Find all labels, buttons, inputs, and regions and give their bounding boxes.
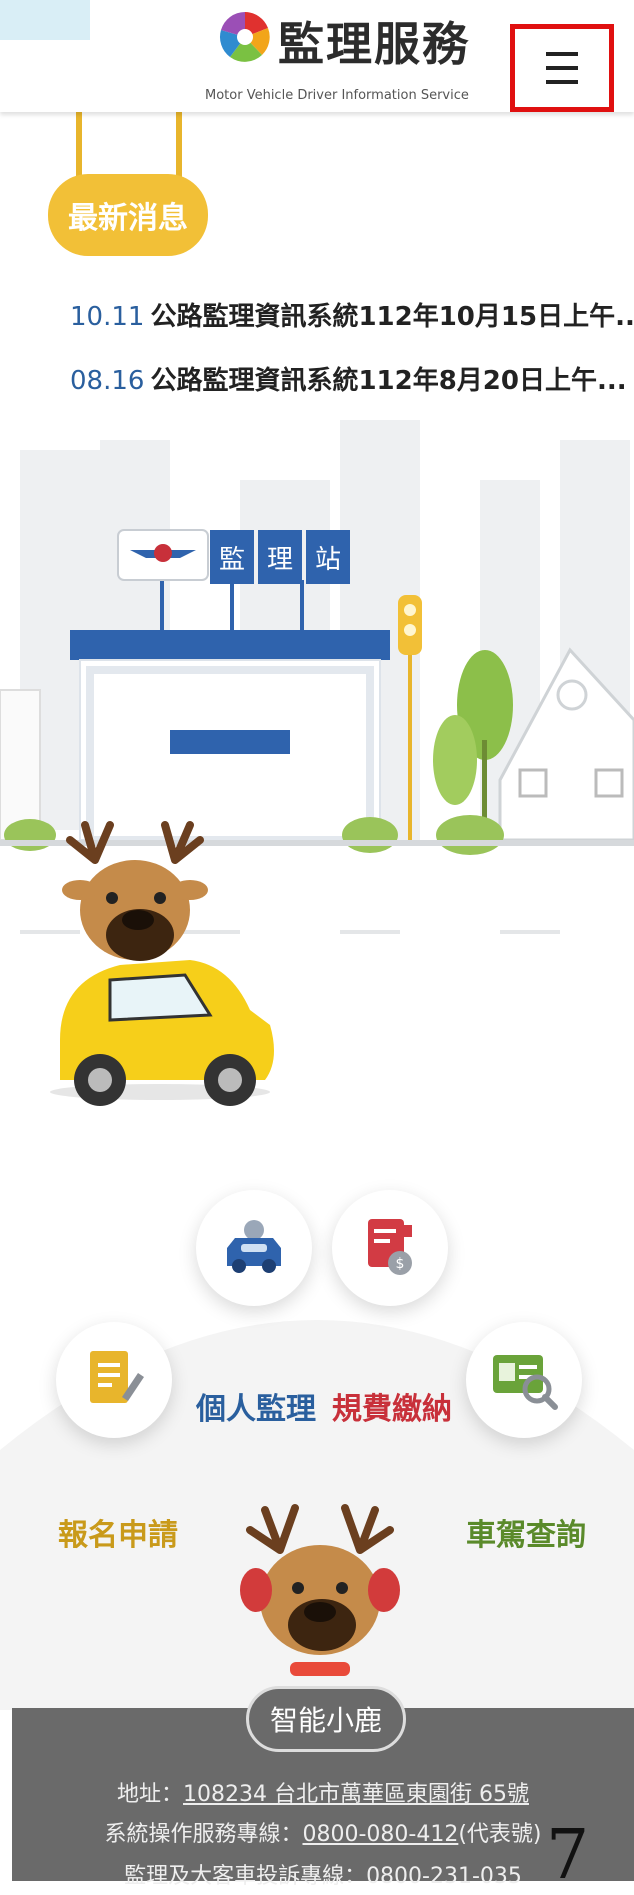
fee-payment-label[interactable]: 規費繳納 bbox=[332, 1384, 452, 1428]
svg-text:$: $ bbox=[396, 1256, 405, 1272]
app-subtitle: Motor Vehicle Driver Information Service bbox=[205, 88, 469, 103]
news-badge[interactable]: 最新消息 bbox=[48, 174, 208, 256]
bill-payment-icon: $ bbox=[368, 1219, 412, 1275]
footer-complaint-hotline: 監理及大客車投訴專線：0800-231-035 bbox=[124, 1864, 522, 1889]
hotline-label: 系統操作服務專線： bbox=[104, 1822, 303, 1847]
hamburger-line bbox=[546, 66, 578, 70]
sign-string bbox=[76, 110, 82, 180]
station-sign-char-1: 監 bbox=[219, 545, 245, 575]
address-link[interactable]: 108234 台北市萬華區東園街 65號 bbox=[183, 1782, 529, 1807]
station-sign-char-3: 站 bbox=[315, 545, 341, 575]
news-date: 08.16 bbox=[70, 366, 145, 396]
news-date: 10.11 bbox=[70, 302, 145, 332]
smart-assistant-button[interactable]: 智能小鹿 bbox=[246, 1686, 406, 1752]
station-sign-char-2: 理 bbox=[267, 545, 293, 575]
fee-payment-button[interactable]: $ bbox=[332, 1190, 448, 1306]
license-query-button[interactable] bbox=[466, 1322, 582, 1438]
app-header: 監理服務 Motor Vehicle Driver Information Se… bbox=[0, 0, 634, 112]
registration-label[interactable]: 報名申請 bbox=[58, 1510, 178, 1554]
news-title: 公路監理資訊系統112年8月20日上午... bbox=[150, 366, 627, 396]
logo-icon bbox=[219, 11, 271, 63]
news-title: 公路監理資訊系統112年10月15日上午... bbox=[150, 302, 634, 332]
registration-button[interactable] bbox=[56, 1322, 172, 1438]
hamburger-line bbox=[546, 52, 578, 56]
footer-hotline: 系統操作服務專線：0800-080-412(代表號) bbox=[12, 1816, 634, 1848]
hotline-link[interactable]: 0800-080-412 bbox=[302, 1822, 458, 1847]
news-item[interactable]: 10.11 公路監理資訊系統112年10月15日上午... bbox=[70, 296, 634, 333]
document-edit-icon bbox=[90, 1351, 144, 1403]
sign-string bbox=[176, 110, 182, 180]
app-title: 監理服務 bbox=[278, 17, 470, 71]
license-query-label[interactable]: 車駕查詢 bbox=[466, 1510, 586, 1554]
hamburger-menu-button[interactable] bbox=[510, 24, 614, 112]
hotline-suffix: (代表號) bbox=[458, 1822, 542, 1847]
hamburger-line bbox=[546, 80, 578, 84]
address-label: 地址： bbox=[117, 1782, 184, 1807]
news-item[interactable]: 08.16 公路監理資訊系統112年8月20日上午... bbox=[70, 360, 627, 397]
personal-service-button[interactable] bbox=[196, 1190, 312, 1306]
assistant-reindeer-icon bbox=[240, 1504, 400, 1676]
car-driver-icon bbox=[227, 1220, 281, 1273]
id-card-search-icon bbox=[493, 1355, 558, 1410]
header-decoration bbox=[0, 0, 90, 40]
station-illustration: 監 理 站 bbox=[0, 420, 634, 1106]
footer-address: 地址：108234 台北市萬華區東園街 65號 bbox=[12, 1776, 634, 1808]
page-number: 7 bbox=[546, 1816, 590, 1895]
personal-service-label[interactable]: 個人監理 bbox=[196, 1384, 316, 1428]
